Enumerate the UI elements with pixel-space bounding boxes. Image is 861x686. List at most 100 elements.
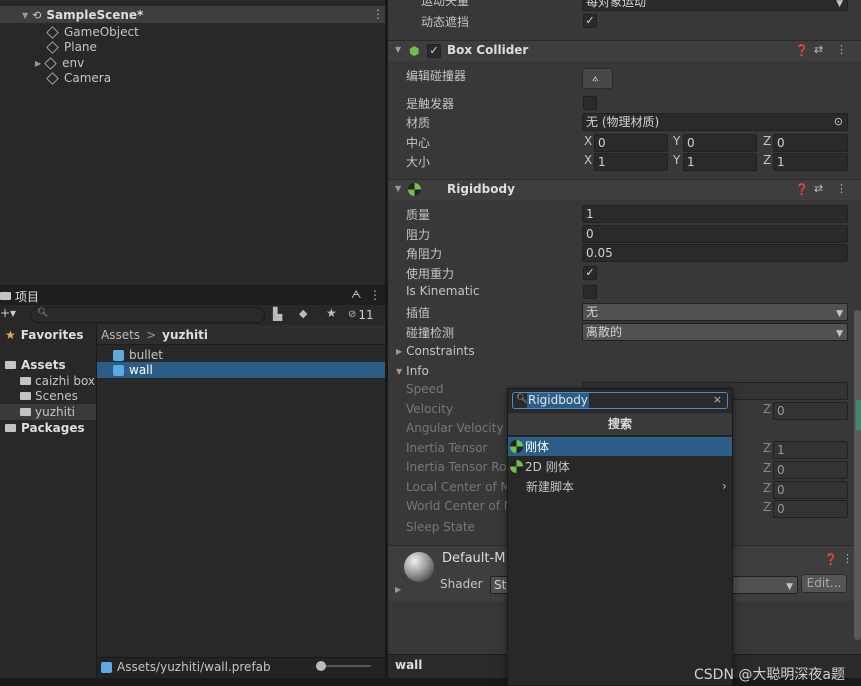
constraints-foldout[interactable]: ▶ Constraints bbox=[396, 343, 475, 359]
expand-arrow-icon[interactable]: ▶ bbox=[35, 59, 41, 68]
edit-button-label: Edit... bbox=[806, 576, 842, 590]
component-menu-icon[interactable]: ⋮ bbox=[836, 182, 847, 195]
angular-drag-field[interactable]: 0.05 bbox=[582, 244, 848, 262]
zoom-slider-handle[interactable] bbox=[316, 661, 326, 671]
shader-edit-button[interactable]: Edit... bbox=[801, 574, 847, 593]
project-tab[interactable]: 项目 bbox=[0, 288, 39, 304]
favorites-node[interactable]: ★ Favorites bbox=[5, 327, 83, 343]
center-y-value: 0 bbox=[687, 136, 695, 150]
popup-search-field[interactable]: 🔍︎ Rigidbody × bbox=[512, 392, 728, 409]
expand-arrow-icon[interactable]: ▼ bbox=[22, 11, 28, 20]
prefab-icon bbox=[113, 364, 124, 376]
hierarchy-item-env[interactable]: ▶ env bbox=[35, 55, 84, 71]
material-field[interactable]: 无 (物理材质) ⊙ bbox=[582, 113, 848, 131]
folder-yuzhiti[interactable]: yuzhiti bbox=[20, 404, 75, 420]
is-kinematic-label: Is Kinematic bbox=[406, 284, 480, 298]
file-wall[interactable]: wall bbox=[113, 362, 153, 378]
info-z-field: 0 bbox=[773, 500, 848, 518]
use-gravity-label: 使用重力 bbox=[406, 267, 455, 281]
assets-node[interactable]: Assets bbox=[5, 357, 66, 373]
filter-type-icon[interactable]: ▙ bbox=[273, 307, 282, 321]
is-trigger-label: 是触发器 bbox=[406, 97, 455, 111]
popup-item-rigidbody2d[interactable]: 2D 刚体 bbox=[510, 458, 570, 475]
edit-collider-button[interactable]: ⟑ bbox=[582, 68, 613, 89]
is-trigger-checkbox[interactable] bbox=[583, 96, 597, 110]
is-kinematic-checkbox[interactable] bbox=[583, 285, 597, 299]
motion-vectors-dropdown[interactable]: 每对象运动 ▼ bbox=[582, 0, 848, 11]
hierarchy-item-camera[interactable]: Camera bbox=[46, 70, 111, 86]
dynamic-occlusion-checkbox[interactable]: ✓ bbox=[583, 14, 597, 28]
interpolate-dropdown[interactable]: 无 ▼ bbox=[582, 303, 848, 321]
breadcrumb-root[interactable]: Assets bbox=[101, 328, 140, 342]
center-x-field[interactable]: 0 bbox=[594, 134, 668, 152]
center-y-axis: Y bbox=[673, 134, 681, 148]
popup-item-label: 新建脚本 bbox=[526, 480, 575, 494]
clear-search-icon[interactable]: × bbox=[713, 393, 722, 406]
collision-detection-dropdown[interactable]: 离散的 ▼ bbox=[582, 323, 848, 341]
hierarchy-item-label: GameObject bbox=[64, 25, 139, 39]
center-z-value: 0 bbox=[777, 136, 785, 150]
mass-field[interactable]: 1 bbox=[582, 205, 848, 223]
packages-node[interactable]: Packages bbox=[5, 420, 85, 436]
eye-hidden-icon: ⊘ bbox=[348, 309, 357, 320]
mass-label: 质量 bbox=[406, 208, 431, 222]
hierarchy-item-gameobject[interactable]: GameObject bbox=[46, 24, 139, 40]
folder-scenes[interactable]: Scenes bbox=[20, 388, 78, 404]
size-y-field[interactable]: 1 bbox=[683, 153, 757, 171]
footer-path: Assets/yuzhiti/wall.prefab bbox=[101, 659, 271, 675]
info-world-center-label: World Center of M bbox=[406, 499, 515, 513]
info-foldout[interactable]: ▼ Info bbox=[396, 363, 429, 379]
inspector-scrollbar[interactable] bbox=[854, 310, 861, 640]
collapse-arrow-icon[interactable]: ▼ bbox=[395, 184, 401, 193]
favorite-star-icon[interactable]: ★ bbox=[326, 306, 337, 320]
breadcrumb-current[interactable]: yuzhiti bbox=[162, 328, 208, 342]
popup-item-new-script[interactable]: 新建脚本 bbox=[526, 478, 574, 495]
folder-label: Scenes bbox=[35, 389, 78, 403]
filter-label-icon[interactable]: ◆ bbox=[299, 307, 307, 320]
create-button[interactable]: +▾ bbox=[0, 306, 16, 320]
component-menu-icon[interactable]: ⋮ bbox=[842, 552, 853, 565]
size-z-field[interactable]: 1 bbox=[773, 153, 848, 171]
collapse-arrow-icon[interactable]: ▼ bbox=[395, 45, 401, 54]
scene-menu-icon[interactable]: ⋮ bbox=[372, 7, 384, 21]
shader-value: St bbox=[494, 578, 507, 592]
material-label: 材质 bbox=[406, 116, 431, 130]
size-x-field[interactable]: 1 bbox=[594, 153, 668, 171]
component-menu-icon[interactable]: ⋮ bbox=[836, 43, 847, 56]
drag-field[interactable]: 0 bbox=[582, 225, 848, 243]
zoom-slider[interactable] bbox=[316, 661, 371, 671]
expand-arrow-icon[interactable]: ▶ bbox=[395, 585, 401, 594]
help-icon[interactable]: ❓ bbox=[795, 44, 809, 57]
help-icon[interactable]: ❓ bbox=[795, 183, 809, 196]
popup-item-rigidbody[interactable]: 刚体 bbox=[510, 438, 549, 455]
motion-vectors-value: 每对象运动 bbox=[586, 0, 647, 9]
object-picker-icon[interactable]: ⊙ bbox=[834, 114, 843, 130]
side-tab[interactable] bbox=[856, 400, 861, 430]
popup-search-text: Rigidbody bbox=[527, 393, 589, 408]
folder-caizhi[interactable]: caizhi box bbox=[20, 373, 95, 389]
help-icon[interactable]: ❓ bbox=[824, 553, 838, 566]
box-collider-enabled-checkbox[interactable]: ✓ bbox=[427, 44, 441, 58]
hidden-count[interactable]: ⊘ 11 bbox=[348, 307, 374, 322]
constraints-label: Constraints bbox=[406, 344, 475, 358]
info-z-axis: Z bbox=[763, 481, 772, 495]
project-search-input[interactable]: 🔍︎ bbox=[30, 307, 265, 323]
preset-icon[interactable]: ⇄ bbox=[814, 182, 823, 195]
file-bullet[interactable]: bullet bbox=[113, 347, 163, 363]
info-inertia-tensor-label: Inertia Tensor bbox=[406, 441, 488, 455]
size-y-value: 1 bbox=[687, 155, 695, 169]
info-label: Info bbox=[406, 364, 429, 378]
lock-icon[interactable]: ᗅ bbox=[351, 288, 361, 302]
folder-label: yuzhiti bbox=[35, 405, 75, 419]
star-icon: ★ bbox=[5, 328, 16, 342]
assets-label: Assets bbox=[21, 358, 66, 372]
use-gravity-checkbox[interactable]: ✓ bbox=[583, 266, 597, 280]
hierarchy-item-label: env bbox=[62, 56, 85, 70]
prefab-icon bbox=[113, 349, 124, 361]
hierarchy-item-plane[interactable]: Plane bbox=[46, 39, 97, 55]
project-menu-icon[interactable]: ⋮ bbox=[369, 288, 381, 302]
center-y-field[interactable]: 0 bbox=[683, 134, 757, 152]
rigidbody-title: Rigidbody bbox=[447, 182, 515, 196]
preset-icon[interactable]: ⇄ bbox=[814, 43, 823, 56]
center-z-field[interactable]: 0 bbox=[773, 134, 848, 152]
